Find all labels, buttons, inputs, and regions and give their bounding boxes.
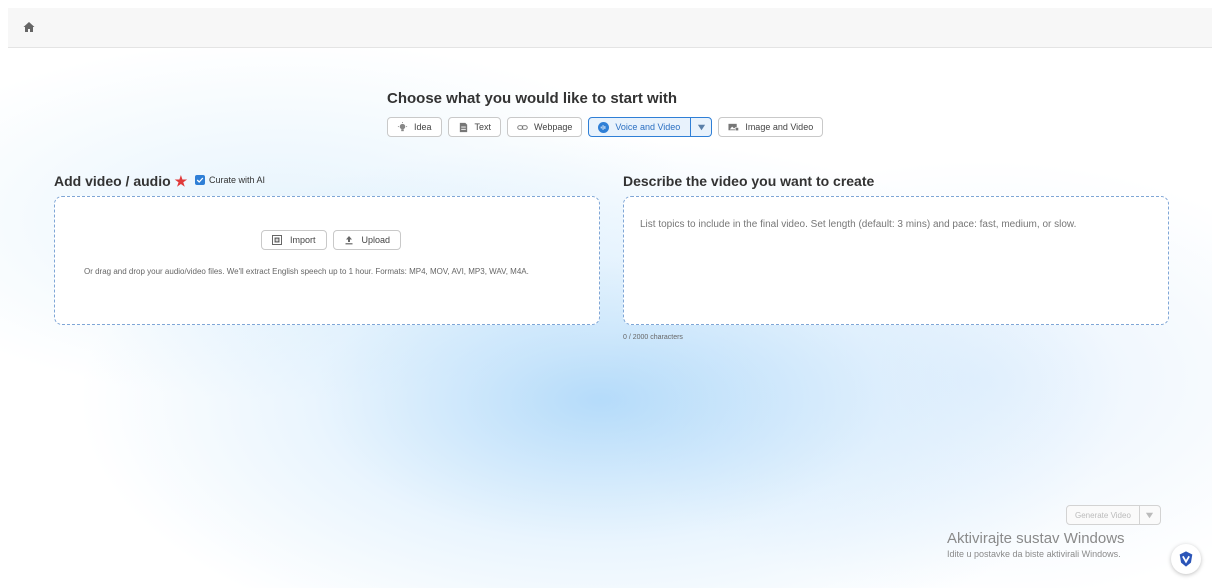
generate-options-dropdown[interactable]	[1138, 506, 1160, 524]
required-marker: ★	[174, 173, 188, 189]
windows-activation-watermark: Aktivirajte sustav Windows Idite u posta…	[947, 530, 1125, 559]
describe-box	[623, 196, 1169, 325]
describe-textarea[interactable]	[638, 217, 1158, 311]
tab-image-and-video[interactable]: Image and Video	[718, 117, 824, 137]
curate-checkbox[interactable]	[195, 175, 205, 185]
chooser-heading: Choose what you would like to start with	[387, 90, 678, 107]
voice-video-dropdown[interactable]	[690, 118, 711, 136]
caret-down-icon	[697, 124, 705, 130]
checkmark-icon	[196, 177, 204, 183]
tab-text-label: Text	[474, 122, 492, 132]
import-icon	[272, 235, 282, 245]
home-icon[interactable]	[22, 20, 36, 34]
dropzone-hint: Or drag and drop your audio/video files.…	[84, 267, 529, 276]
curate-label: Curate with AI	[209, 175, 266, 185]
curate-with-ai-option[interactable]: Curate with AI	[195, 175, 265, 185]
import-label: Import	[290, 235, 316, 245]
media-dropzone[interactable]: Import Upload Or drag and drop your audi…	[54, 196, 600, 325]
lightbulb-icon	[397, 121, 408, 131]
watermark-title: Aktivirajte sustav Windows	[947, 530, 1125, 547]
image-icon	[728, 123, 740, 131]
upload-section-title: Add video / audio ★	[54, 173, 187, 190]
import-button[interactable]: Import	[261, 230, 327, 250]
tab-webpage-label: Webpage	[534, 122, 573, 132]
tab-voice-and-video-label: Voice and Video	[615, 122, 681, 132]
link-icon	[517, 124, 528, 130]
generate-video-control: Generate Video	[1066, 505, 1161, 525]
character-counter: 0 / 2000 characters	[623, 334, 683, 341]
upload-icon	[345, 236, 353, 245]
assistant-shield-icon	[1179, 551, 1193, 567]
describe-title: Describe the video you want to create	[623, 173, 875, 189]
tab-idea[interactable]: Idea	[387, 117, 442, 137]
caret-down-icon	[1146, 512, 1154, 518]
upload-label: Upload	[361, 235, 391, 245]
tab-idea-label: Idea	[414, 122, 432, 132]
watermark-subtitle: Idite u postavke da biste aktivirali Win…	[947, 549, 1121, 559]
generate-video-button[interactable]: Generate Video	[1067, 506, 1139, 524]
start-option-tabs: Idea Text Webpage Voice and Video Image …	[387, 117, 824, 137]
upload-title: Add video / audio	[54, 173, 171, 189]
tab-text[interactable]: Text	[447, 117, 502, 137]
document-icon	[459, 122, 467, 132]
tab-image-and-video-label: Image and Video	[745, 122, 814, 132]
top-bar	[8, 8, 1212, 48]
tab-voice-and-video[interactable]: Voice and Video	[588, 117, 713, 137]
assistant-button[interactable]	[1171, 544, 1201, 574]
tab-webpage[interactable]: Webpage	[507, 117, 583, 137]
upload-button[interactable]: Upload	[332, 230, 402, 250]
audio-wave-icon	[598, 121, 610, 133]
